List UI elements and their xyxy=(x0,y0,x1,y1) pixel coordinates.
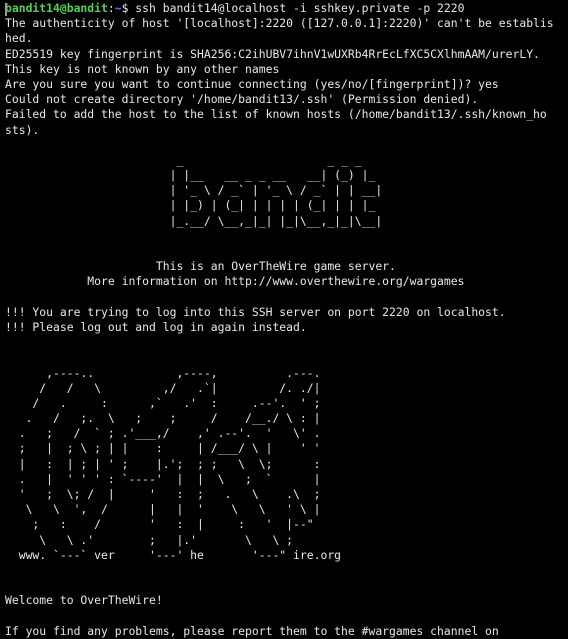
otw-logo-line: . / ;. \ ; ; / /__./ \ : | xyxy=(5,411,321,426)
otw-logo-line: . | ' ' ' : `----' | | \ ; ` | xyxy=(5,471,321,486)
cursor-marker xyxy=(5,3,7,16)
otw-logo-line: / / \ ,/ .`| /. ./| xyxy=(5,380,321,395)
warning-line: !!! You are trying to log into this SSH … xyxy=(5,304,506,319)
output-line: sts). xyxy=(5,122,40,137)
output-line: Failed to add the host to the list of kn… xyxy=(5,107,547,122)
otw-logo-line: ; | ; \ ; | | : | /___/ \ | ' ' xyxy=(5,441,321,456)
bandit-banner-line: | |__ __ _ _ __ __| (_) |_ xyxy=(5,168,376,183)
bandit-banner-line: _ _ _ _ xyxy=(5,152,362,167)
output-line: ED25519 key fingerprint is SHA256:C2ihUB… xyxy=(5,46,540,61)
otw-logo-line: ,----.. ,----, .---. xyxy=(5,365,321,380)
otw-logo-line: | : | ; | ' ; |.'; ; ; \ \; : xyxy=(5,456,321,471)
output-line: Could not create directory '/home/bandit… xyxy=(5,92,479,107)
server-info-line: More information on http://www.overthewi… xyxy=(5,274,465,289)
bandit-banner-line: | '_ \ / _` | '_ \ / _` | | __| xyxy=(5,183,383,198)
bandit-banner-line: |_.__/ \__,_|_| |_|\__,_|_|\__| xyxy=(5,213,383,228)
otw-logo-line: \ \ ', / | | ' \ \ ' \ | xyxy=(5,502,321,517)
otw-logo-line: ' ; \; / | ' : ; . \ .\ ; xyxy=(5,487,321,501)
prompt-user-host: bandit14@bandit xyxy=(5,1,108,15)
prompt-line: bandit14@bandit:~$ ssh bandit14@localhos… xyxy=(5,1,565,16)
output-line: This key is not known by any other names xyxy=(5,61,280,76)
warning-line: !!! Please log out and log in again inst… xyxy=(5,319,307,334)
otw-logo-line: / . : ,` .' : .--'. ' ; xyxy=(5,395,321,410)
terminal-window[interactable]: bandit14@bandit:~$ ssh bandit14@localhos… xyxy=(5,1,565,639)
server-info-line: This is an OverTheWire game server. xyxy=(5,259,396,274)
command-text: ssh bandit14@localhost -i sshkey.private… xyxy=(128,1,465,15)
report-line: If you find any problems, please report … xyxy=(5,623,499,638)
prompt-path: ~ xyxy=(114,1,122,15)
output-line: Are you sure you want to continue connec… xyxy=(5,76,499,91)
output-line: The authenticity of host '[localhost]:22… xyxy=(5,16,554,31)
otw-logo-line: \ \ .' ; |.' \ \ ; xyxy=(5,532,294,547)
otw-logo-line: www. `---` ver '---' he '---" ire.org xyxy=(5,547,342,562)
otw-logo-line: . ; / ` ; .'___,/ ,' .--'. ' \' . xyxy=(5,426,321,441)
otw-logo-line: ; : / ' : | : ' |--" xyxy=(5,517,314,532)
prompt-separator: : xyxy=(107,1,115,15)
welcome-line: Welcome to OverTheWire! xyxy=(5,593,163,608)
bandit-banner-line: | |_) | (_| | | | | (_| | | |_ xyxy=(5,198,376,213)
output-line: hed. xyxy=(5,31,33,46)
